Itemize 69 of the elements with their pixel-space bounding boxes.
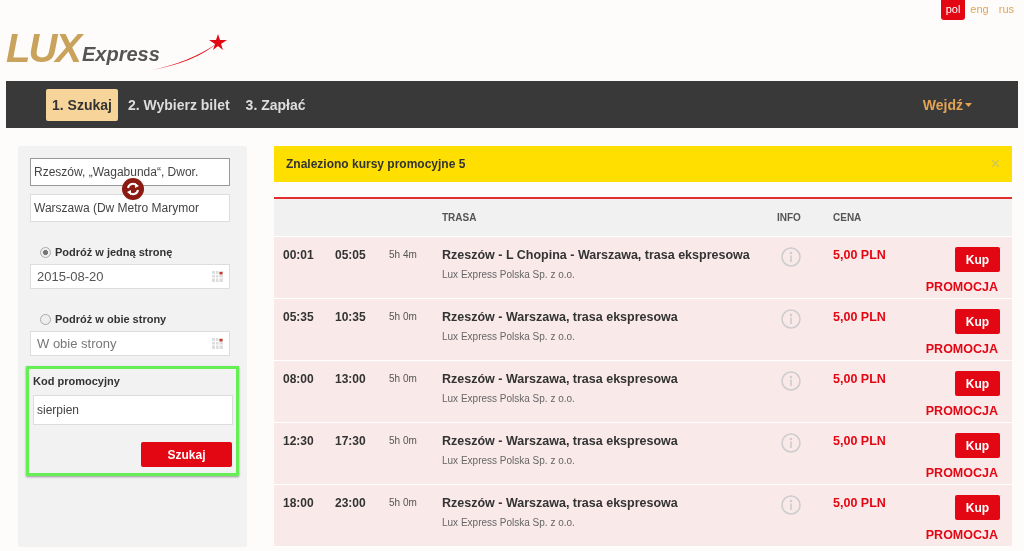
departure-time: 05:35 xyxy=(282,309,315,325)
column-header: CENA xyxy=(833,212,863,223)
price: 5,00 PLN xyxy=(833,247,887,263)
info-icon[interactable] xyxy=(781,309,801,329)
departure-time: 00:01 xyxy=(282,247,315,263)
route-name: Rzeszów - Warszawa, trasa ekspresowa xyxy=(442,371,679,387)
arrival-time: 17:30 xyxy=(335,433,367,449)
route-name: Rzeszów - Warszawa, trasa ekspresowa xyxy=(442,309,679,325)
route-name: Rzeszów - Warszawa, trasa ekspresowa xyxy=(442,495,679,511)
info-icon[interactable] xyxy=(781,247,801,267)
buy-button[interactable]: Kup xyxy=(955,433,1000,458)
arrival-time: 23:00 xyxy=(335,495,367,511)
promo-label: PROMOCJA xyxy=(925,280,998,294)
promo-label: PROMOCJA xyxy=(925,466,998,480)
radio-label: Podróż w obie strony xyxy=(55,313,167,325)
promo-code-label: Kod promocyjny xyxy=(33,375,121,387)
buy-button[interactable]: Kup xyxy=(955,309,1000,334)
operator-name: Lux Express Polska Sp. z o.o. xyxy=(442,269,576,280)
info-icon[interactable] xyxy=(781,433,801,453)
promo-label: PROMOCJA xyxy=(925,404,998,418)
step-tab[interactable]: 2. Wybierz bilet xyxy=(121,88,236,121)
date-field[interactable]: W obie strony xyxy=(30,331,230,356)
operator-name: Lux Express Polska Sp. z o.o. xyxy=(442,455,576,466)
promo-code-field[interactable]: sierpien xyxy=(33,395,233,425)
price: 5,00 PLN xyxy=(833,495,887,511)
duration: 5h 0m xyxy=(389,372,418,386)
radio-label: Podróż w jedną stronę xyxy=(55,246,173,258)
departure-time: 18:00 xyxy=(282,495,315,511)
destination-field[interactable]: Warszawa (Dw Metro Marymor xyxy=(30,194,230,222)
promo-label: PROMOCJA xyxy=(925,342,998,356)
step-tab[interactable]: 1. Szukaj xyxy=(46,88,118,121)
buy-button[interactable]: Kup xyxy=(955,495,1000,520)
column-header: INFO xyxy=(777,212,802,223)
language-link[interactable]: pol xyxy=(940,0,966,20)
price: 5,00 PLN xyxy=(833,433,887,449)
departure-time: 12:30 xyxy=(282,433,315,449)
radio-button[interactable] xyxy=(40,246,51,258)
route-name: Rzeszów - L Chopina - Warszawa, trasa ekspresowa xyxy=(442,247,751,263)
departure-time: 08:00 xyxy=(282,371,315,387)
duration: 5h 4m xyxy=(389,248,418,262)
operator-name: Lux Express Polska Sp. z o.o. xyxy=(442,517,576,528)
logo-subword: Express xyxy=(82,43,160,66)
calendar-icon[interactable] xyxy=(212,271,223,282)
origin-field[interactable]: Rzeszów, „Wagabunda“, Dwor. xyxy=(30,158,230,186)
login-menu[interactable]: Wejdź xyxy=(922,96,972,113)
column-header: TRASA xyxy=(442,212,478,223)
promo-label: PROMOCJA xyxy=(925,528,998,542)
info-icon[interactable] xyxy=(781,371,801,391)
duration: 5h 0m xyxy=(389,496,418,510)
calendar-icon[interactable] xyxy=(212,338,223,349)
buy-button[interactable]: Kup xyxy=(955,371,1000,396)
step-tab[interactable]: 3. Zapłać xyxy=(239,88,312,121)
alert-message: Znaleziono kursy promocyjne 5 xyxy=(286,157,466,171)
duration: 5h 0m xyxy=(389,310,418,324)
price: 5,00 PLN xyxy=(833,371,887,387)
route-name: Rzeszów - Warszawa, trasa ekspresowa xyxy=(442,433,679,449)
operator-name: Lux Express Polska Sp. z o.o. xyxy=(442,331,576,342)
arrival-time: 05:05 xyxy=(335,247,367,263)
operator-name: Lux Express Polska Sp. z o.o. xyxy=(442,393,576,404)
radio-button[interactable] xyxy=(40,313,51,325)
info-icon[interactable] xyxy=(781,495,801,515)
date-field[interactable]: 2015-08-20 xyxy=(30,264,230,289)
arrival-time: 13:00 xyxy=(335,371,367,387)
arrival-time: 10:35 xyxy=(335,309,367,325)
price: 5,00 PLN xyxy=(833,309,887,325)
caret-icon xyxy=(965,102,972,107)
buy-button[interactable]: Kup xyxy=(955,247,1000,272)
search-button[interactable]: Szukaj xyxy=(141,442,232,467)
duration: 5h 0m xyxy=(389,434,418,448)
